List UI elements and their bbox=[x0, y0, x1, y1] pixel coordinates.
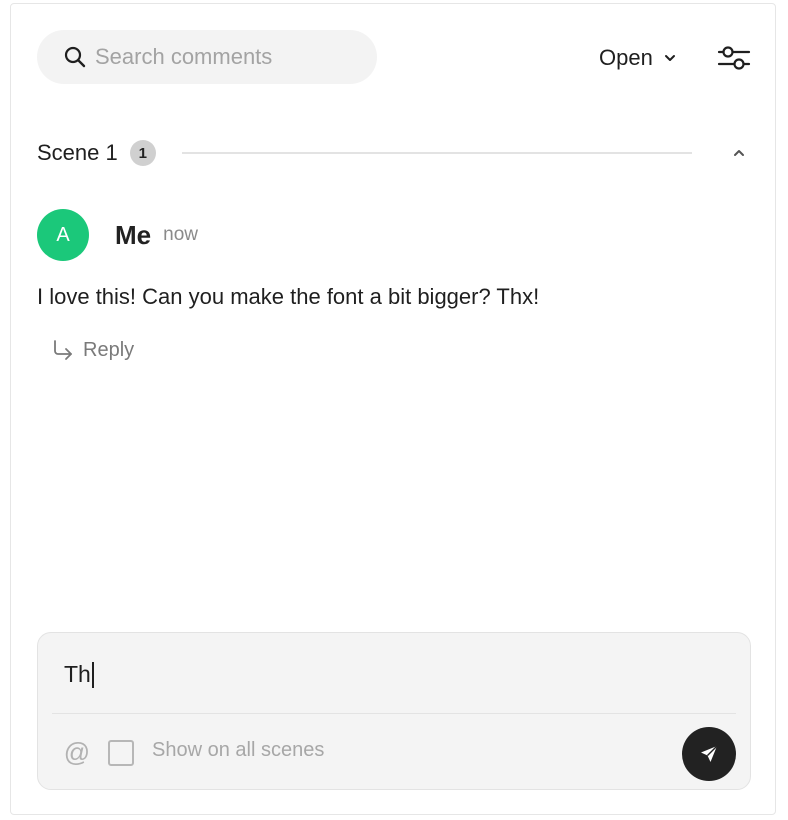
collapse-scene-button[interactable] bbox=[727, 136, 751, 170]
at-sign-icon: @ bbox=[63, 736, 91, 767]
reply-button[interactable]: Reply bbox=[51, 335, 134, 365]
scene-divider bbox=[181, 152, 692, 154]
comment-input[interactable]: Th bbox=[64, 661, 94, 688]
comment-input-value: Th bbox=[64, 661, 91, 687]
scene-group-header: Scene 1 1 bbox=[37, 136, 751, 170]
avatar: A bbox=[37, 209, 89, 261]
search-input[interactable] bbox=[95, 44, 355, 70]
text-caret bbox=[91, 661, 94, 688]
mention-button[interactable]: @ bbox=[62, 737, 92, 767]
send-icon bbox=[698, 743, 720, 765]
chevron-up-icon bbox=[731, 145, 747, 161]
show-on-all-scenes-label: Show on all scenes bbox=[152, 739, 325, 761]
search-bar[interactable] bbox=[37, 30, 377, 84]
send-button[interactable] bbox=[682, 727, 736, 781]
scene-title: Scene 1 bbox=[37, 140, 118, 165]
reply-arrow-icon bbox=[51, 338, 75, 362]
status-filter-dropdown[interactable]: Open bbox=[599, 42, 677, 74]
comments-panel: Open Scene 1 1 A bbox=[10, 3, 776, 815]
search-icon bbox=[63, 45, 87, 69]
status-filter-value: Open bbox=[599, 45, 653, 70]
sliders-icon bbox=[717, 44, 751, 72]
comment-text: I love this! Can you make the font a bit… bbox=[37, 284, 540, 309]
comment-author: Me bbox=[115, 219, 152, 250]
comment-header: A Me now bbox=[37, 209, 198, 261]
comment-composer: Th @ Show on all scenes bbox=[37, 632, 751, 790]
chevron-down-icon bbox=[663, 51, 677, 65]
comment-timestamp: now bbox=[163, 224, 198, 245]
composer-divider bbox=[52, 713, 736, 714]
reply-label: Reply bbox=[83, 338, 135, 361]
show-on-all-scenes-checkbox[interactable] bbox=[108, 740, 134, 766]
scene-comment-count-badge: 1 bbox=[129, 140, 156, 166]
filter-settings-button[interactable] bbox=[717, 42, 751, 74]
